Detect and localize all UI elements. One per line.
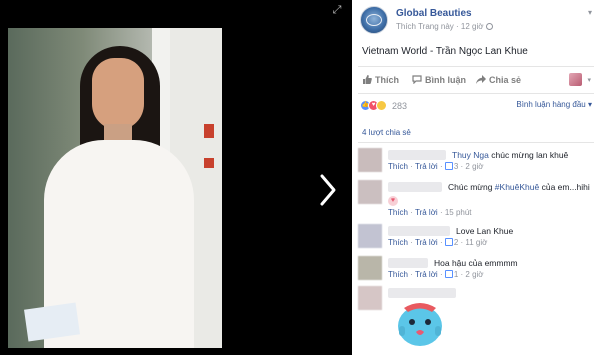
reactions-summary[interactable]: 👍 ♥ 283 [360,100,407,112]
comment-time: 15 phút [444,208,472,217]
comment-text: Love Lan Khue [456,226,514,236]
comment-sticker: ♥ [388,194,398,206]
comment-like-button[interactable]: Thích [388,162,408,171]
like-button[interactable]: Thích [362,75,399,85]
commenter-avatar[interactable] [358,224,382,248]
share-icon [476,75,486,84]
comment-meta: Thích · Trả lời · 15 phút [388,208,472,217]
comment-icon [412,75,422,84]
comment-like-button[interactable]: Thích [388,238,408,247]
comment-like-count: 3 [453,162,459,171]
commenter-avatar[interactable] [358,286,382,310]
mention-link[interactable]: Thuy Nga [452,150,489,160]
chevron-down-icon[interactable]: ▾ [587,76,591,84]
commenter-avatar[interactable] [358,148,382,172]
heart-icon: ♥ [388,196,398,206]
haha-icon [376,100,387,112]
thumbs-up-icon [444,270,453,278]
post-photo[interactable] [8,28,222,348]
viewer-avatar[interactable] [569,73,582,86]
post-caption: Vietnam World - Trần Ngọc Lan Khue [362,46,528,57]
post-meta-text: Thích Trang này · 12 giờ [396,22,484,31]
action-bar: Thích Bình luận Chia sẻ ▾ [358,66,594,94]
expand-icon[interactable]: ⤢ [331,4,343,16]
commenter-avatar[interactable] [358,180,382,204]
divider [358,142,594,143]
thumbs-up-icon [444,162,453,170]
page-avatar[interactable] [360,6,388,34]
commenter-avatar[interactable] [358,256,382,280]
comment-meta: Thích · Trả lời · 3 · 2 giờ [388,162,484,171]
comment-like-button[interactable]: Thích [388,208,408,217]
comment-body: của em...hihi [539,182,590,192]
comment-like-count: 2 [453,238,459,247]
commenter-name-redacted [388,150,446,160]
comment-text: Chúc mừng #KhuêKhuê của em...hihi [448,182,590,192]
share-button[interactable]: Chia sẻ [476,75,521,85]
hashtag-link[interactable]: #KhuêKhuê [495,182,539,192]
comment-sort-dropdown[interactable]: Bình luận hàng đầu ▾ [516,100,592,109]
globe-logo-icon [366,14,382,26]
blue-monster-sticker [398,303,442,346]
photo-sign [204,124,214,138]
comment-meta: Thích · Trả lời · 1 · 2 giờ [388,270,484,279]
post-meta: Thích Trang này · 12 giờ [396,22,493,31]
commenter-name-redacted [388,182,442,192]
thumbs-up-icon [363,75,372,84]
chevron-down-icon[interactable]: ▾ [588,8,592,17]
comment-body: chúc mừng lan khuê [491,150,569,160]
comment-label: Bình luận [425,75,466,85]
commenter-name-redacted [388,258,428,268]
globe-icon [485,23,493,30]
comment-time: 2 giờ [465,162,484,171]
next-arrow-icon[interactable] [316,172,340,208]
comment-time: 2 giờ [465,270,484,279]
comment-reply-button[interactable]: Trả lời [415,270,438,279]
comment-text: Thuy Nga chúc mừng lan khuê [452,150,568,160]
reaction-count: 283 [392,100,408,111]
page-name-link[interactable]: Global Beauties [396,8,472,19]
comment-meta: Thích · Trả lời · 2 · 11 giờ [388,238,488,247]
comment-reply-button[interactable]: Trả lời [415,162,438,171]
like-label: Thích [375,75,399,85]
comment-reply-button[interactable]: Trả lời [415,208,438,217]
comment-time: 11 giờ [465,238,488,247]
photo-subject-face [92,58,144,130]
post-side-panel: Global Beauties Thích Trang này · 12 giờ… [352,0,600,355]
comment-text: Hoa hậu của emmmm [434,258,518,268]
photo-viewer: ⤢ [0,0,352,355]
thumbs-up-icon [444,238,453,246]
photo-sign [204,158,214,168]
comment-reply-button[interactable]: Trả lời [415,238,438,247]
comment-like-button[interactable]: Thích [388,270,408,279]
share-label: Chia sẻ [489,75,522,85]
shares-link[interactable]: 4 lượt chia sẻ [362,128,411,137]
comment-like-count: 1 [453,270,459,279]
comment-button[interactable]: Bình luận [412,75,466,85]
comment-body: Chúc mừng [448,182,495,192]
commenter-name-redacted [388,226,450,236]
